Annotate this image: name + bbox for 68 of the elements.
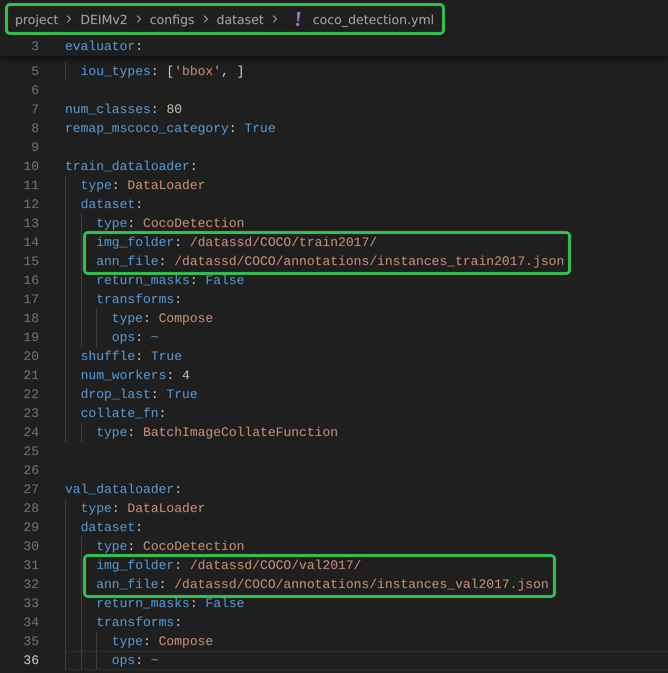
code-line: ops: ~: [112, 329, 159, 346]
code-line: collate_fn:: [80, 405, 166, 422]
line-number: 33: [22, 595, 39, 613]
code-line: img_folder: /datassd/COCO/train2017/: [96, 234, 378, 251]
line-number: 28: [22, 500, 39, 518]
line-number: 9: [30, 139, 39, 157]
line-number: 8: [30, 120, 39, 138]
line-number: 13: [22, 215, 39, 233]
code-line: remap_mscoco_category: True: [65, 120, 276, 137]
code-line: type: Compose: [112, 310, 214, 327]
line-number: 35: [22, 633, 39, 651]
line-number: 22: [22, 386, 39, 404]
code-line: return_masks: False: [96, 272, 244, 289]
code-line: img_folder: /datassd/COCO/val2017/: [96, 557, 362, 574]
code-line: evaluator:: [65, 38, 144, 55]
code-line: val_dataloader:: [65, 481, 182, 498]
breadcrumb-item[interactable]: dataset: [216, 12, 264, 26]
code-line: type: DataLoader: [80, 500, 206, 517]
code-line: transforms:: [96, 291, 182, 308]
line-number: 7: [30, 101, 39, 119]
line-number: 26: [22, 462, 39, 480]
code-line: ops: ~: [112, 652, 159, 669]
code-line: iou_types: ['bbox', ]: [80, 63, 244, 80]
line-number: 31: [22, 557, 39, 575]
line-number: 34: [22, 614, 39, 632]
exclamation-icon: [294, 11, 302, 27]
line-number: 16: [22, 272, 39, 290]
line-number: 17: [22, 291, 39, 309]
line-number: 12: [22, 196, 39, 214]
line-number: 15: [22, 253, 39, 271]
code-line: shuffle: True: [80, 348, 182, 365]
line-number: 20: [22, 348, 39, 366]
code-line: dataset:: [80, 519, 144, 536]
line-number: 5: [30, 63, 39, 81]
code-line: dataset:: [80, 196, 144, 213]
line-number: 25: [22, 443, 39, 461]
code-line: type: DataLoader: [80, 177, 206, 194]
line-number: 29: [22, 519, 39, 537]
code-line: train_dataloader:: [65, 158, 198, 175]
code-line: ann_file: /datassd/COCO/annotations/instances_train2017.json: [96, 253, 564, 270]
line-number: 27: [22, 481, 39, 499]
line-number: 19: [22, 329, 39, 347]
line-number: 32: [22, 576, 39, 594]
code-line: transforms:: [96, 614, 182, 631]
line-number: 36: [22, 652, 39, 670]
line-number: 21: [22, 367, 39, 385]
code-line: type: CocoDetection: [96, 215, 244, 232]
code-line: type: BatchImageCollateFunction: [96, 424, 338, 441]
breadcrumb-item[interactable]: project: [15, 12, 58, 26]
code-line: num_workers: 4: [80, 367, 190, 384]
line-number: 23: [22, 405, 39, 423]
code-line: type: CocoDetection: [96, 538, 244, 555]
line-number: 14: [22, 234, 39, 252]
code-line: num_classes: 80: [65, 101, 182, 118]
breadcrumb-item[interactable]: DEIMv2: [80, 12, 128, 26]
line-number: 30: [22, 538, 39, 556]
code-line: ann_file: /datassd/COCO/annotations/instances_val2017.json: [96, 576, 549, 593]
line-number: 6: [30, 82, 39, 100]
code-line: drop_last: True: [80, 386, 198, 403]
breadcrumb-item[interactable]: configs: [150, 12, 195, 26]
line-number: 18: [22, 310, 39, 328]
line-number: 10: [22, 158, 39, 176]
line-number: 11: [22, 177, 39, 195]
line-number: 3: [30, 38, 39, 56]
code-line: type: Compose: [112, 633, 214, 650]
breadcrumb-item[interactable]: coco_detection.yml: [312, 12, 434, 26]
code-line: return_masks: False: [96, 595, 244, 612]
line-number: 24: [22, 424, 39, 442]
